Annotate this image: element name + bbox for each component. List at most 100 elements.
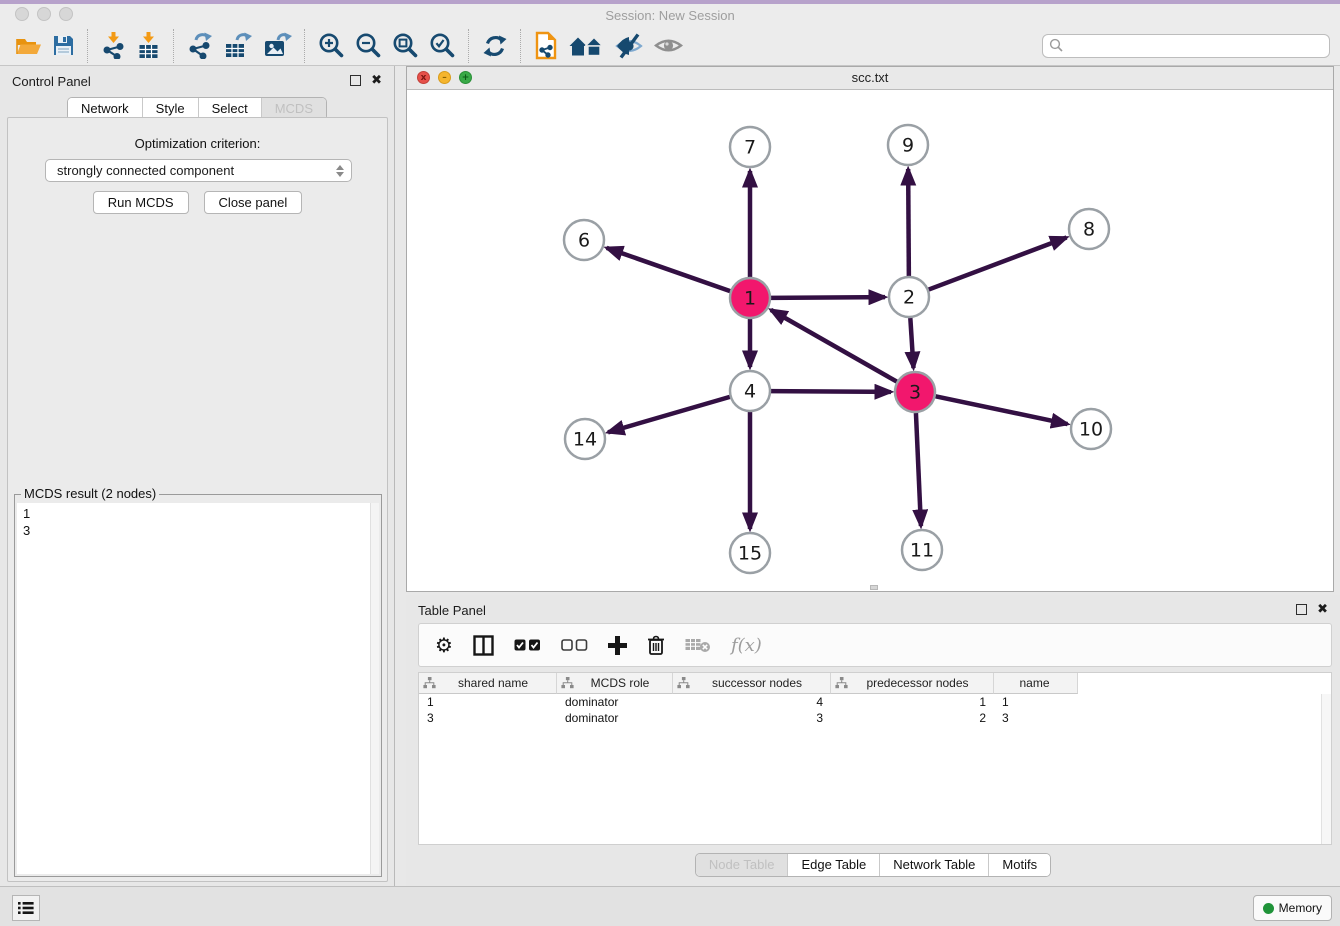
graph-node-9[interactable]: 9 xyxy=(888,125,928,165)
zoom-fit-button[interactable] xyxy=(387,30,424,61)
hide-selected-button[interactable] xyxy=(609,31,649,61)
node-label: 11 xyxy=(910,540,934,562)
graph-edge-4-3[interactable] xyxy=(771,391,891,392)
search-field[interactable] xyxy=(1042,34,1330,58)
table-cell[interactable]: 3 xyxy=(673,710,831,726)
graph-edge-4-14[interactable] xyxy=(608,397,730,432)
first-neighbors-button[interactable] xyxy=(564,32,609,60)
import-network-button[interactable] xyxy=(96,30,131,61)
select-all-button[interactable] xyxy=(514,639,541,651)
network-canvas[interactable]: 7 9 6 8 1 2 4 3 14 10 15 11 xyxy=(407,89,1333,591)
graph-edge-2-8[interactable] xyxy=(929,237,1067,289)
session-title: Session: New Session xyxy=(0,8,1340,23)
close-panel-button[interactable]: Close panel xyxy=(204,191,303,214)
export-network-icon xyxy=(187,32,214,59)
table-settings-button[interactable]: ⚙ xyxy=(435,635,453,655)
splitter-handle[interactable] xyxy=(870,585,878,590)
graph-node-3[interactable]: 3 xyxy=(895,372,935,412)
tab-node-table[interactable]: Node Table xyxy=(696,854,788,876)
node-label: 9 xyxy=(902,135,914,157)
graph-node-6[interactable]: 6 xyxy=(564,220,604,260)
table-tabs: Node TableEdge TableNetwork TableMotifs xyxy=(406,853,1340,877)
result-item: 3 xyxy=(17,522,379,539)
tab-edge-table[interactable]: Edge Table xyxy=(787,854,879,876)
graph-node-8[interactable]: 8 xyxy=(1069,209,1109,249)
graph-edge-3-10[interactable] xyxy=(936,396,1068,424)
tab-motifs[interactable]: Motifs xyxy=(988,854,1050,876)
apply-layout-button[interactable] xyxy=(477,31,513,61)
graph-node-11[interactable]: 11 xyxy=(902,530,942,570)
zoom-in-button[interactable] xyxy=(313,30,350,61)
mcds-result-list[interactable]: 13 xyxy=(17,503,379,874)
float-table-panel-icon[interactable] xyxy=(1296,604,1307,615)
column-header-successor-nodes[interactable]: successor nodes xyxy=(673,673,831,694)
table-scrollbar[interactable] xyxy=(1321,694,1331,844)
graph-node-15[interactable]: 15 xyxy=(730,533,770,573)
zoom-selected-icon xyxy=(429,32,456,59)
close-table-panel-icon[interactable]: ✖ xyxy=(1317,604,1328,615)
new-network-from-selection-button[interactable] xyxy=(529,29,564,62)
column-header-name[interactable]: name xyxy=(994,673,1078,694)
close-panel-icon[interactable]: ✖ xyxy=(371,75,382,86)
table-cell[interactable]: 1 xyxy=(419,694,557,710)
toolbar-separator xyxy=(87,29,89,63)
graph-node-10[interactable]: 10 xyxy=(1071,409,1111,449)
criterion-dropdown[interactable]: strongly connected component xyxy=(45,159,352,182)
graph-node-7[interactable]: 7 xyxy=(730,127,770,167)
import-table-button[interactable] xyxy=(131,30,166,61)
node-table: shared nameMCDS rolesuccessor nodesprede… xyxy=(418,672,1332,845)
table-cell[interactable]: 3 xyxy=(994,710,1078,726)
graph-edge-3-1[interactable] xyxy=(771,310,897,382)
column-header-predecessor-nodes[interactable]: predecessor nodes xyxy=(831,673,994,694)
graph-edge-2-9[interactable] xyxy=(908,169,909,276)
zoom-selected-button[interactable] xyxy=(424,30,461,61)
delete-table-button[interactable] xyxy=(685,637,711,653)
zoom-out-button[interactable] xyxy=(350,30,387,61)
table-row[interactable]: 1dominator411 xyxy=(419,694,1331,710)
table-cell[interactable]: 1 xyxy=(831,694,994,710)
save-session-button[interactable] xyxy=(47,32,80,59)
graph-edge-3-11[interactable] xyxy=(916,413,921,526)
table-cell[interactable]: 2 xyxy=(831,710,994,726)
add-column-button[interactable] xyxy=(608,636,627,655)
table-cell[interactable]: dominator xyxy=(557,710,673,726)
search-input[interactable] xyxy=(1064,37,1329,54)
show-column-panel-button[interactable] xyxy=(473,635,494,656)
table-cell[interactable]: 3 xyxy=(419,710,557,726)
column-header-MCDS-role[interactable]: MCDS role xyxy=(557,673,673,694)
zoom-in-icon xyxy=(318,32,345,59)
function-builder-button[interactable]: f(x) xyxy=(731,635,762,656)
show-all-button[interactable] xyxy=(649,33,688,58)
graph-node-2[interactable]: 2 xyxy=(889,277,929,317)
memory-button[interactable]: Memory xyxy=(1253,895,1332,921)
show-panels-button[interactable] xyxy=(12,895,40,921)
graph-edge-2-3[interactable] xyxy=(910,318,913,368)
table-row[interactable]: 3dominator323 xyxy=(419,710,1331,726)
column-header-shared-name[interactable]: shared name xyxy=(419,673,557,694)
network-window-titlebar[interactable]: x – + scc.txt xyxy=(407,67,1333,90)
control-panel-title: Control Panel xyxy=(12,74,91,89)
export-table-button[interactable] xyxy=(219,30,258,61)
result-scrollbar[interactable] xyxy=(370,503,379,874)
deselect-all-button[interactable] xyxy=(561,639,588,651)
float-panel-icon[interactable] xyxy=(350,75,361,86)
graph-edge-1-2[interactable] xyxy=(771,297,885,298)
graph-edge-1-6[interactable] xyxy=(607,248,731,291)
node-label: 4 xyxy=(744,381,756,403)
node-label: 10 xyxy=(1079,419,1103,441)
open-session-button[interactable] xyxy=(10,32,47,60)
table-cell[interactable]: 4 xyxy=(673,694,831,710)
tab-network-table[interactable]: Network Table xyxy=(879,854,988,876)
run-mcds-button[interactable]: Run MCDS xyxy=(93,191,189,214)
table-cell[interactable]: 1 xyxy=(994,694,1078,710)
graph-node-4[interactable]: 4 xyxy=(730,371,770,411)
export-image-button[interactable] xyxy=(258,30,297,61)
delete-column-button[interactable] xyxy=(647,635,665,656)
table-cell[interactable]: dominator xyxy=(557,694,673,710)
unchecked-boxes-icon xyxy=(561,639,588,651)
graph-node-14[interactable]: 14 xyxy=(565,419,605,459)
node-label: 1 xyxy=(744,288,756,310)
attribute-type-icon xyxy=(677,677,690,689)
export-network-button[interactable] xyxy=(182,30,219,61)
graph-node-1[interactable]: 1 xyxy=(730,278,770,318)
